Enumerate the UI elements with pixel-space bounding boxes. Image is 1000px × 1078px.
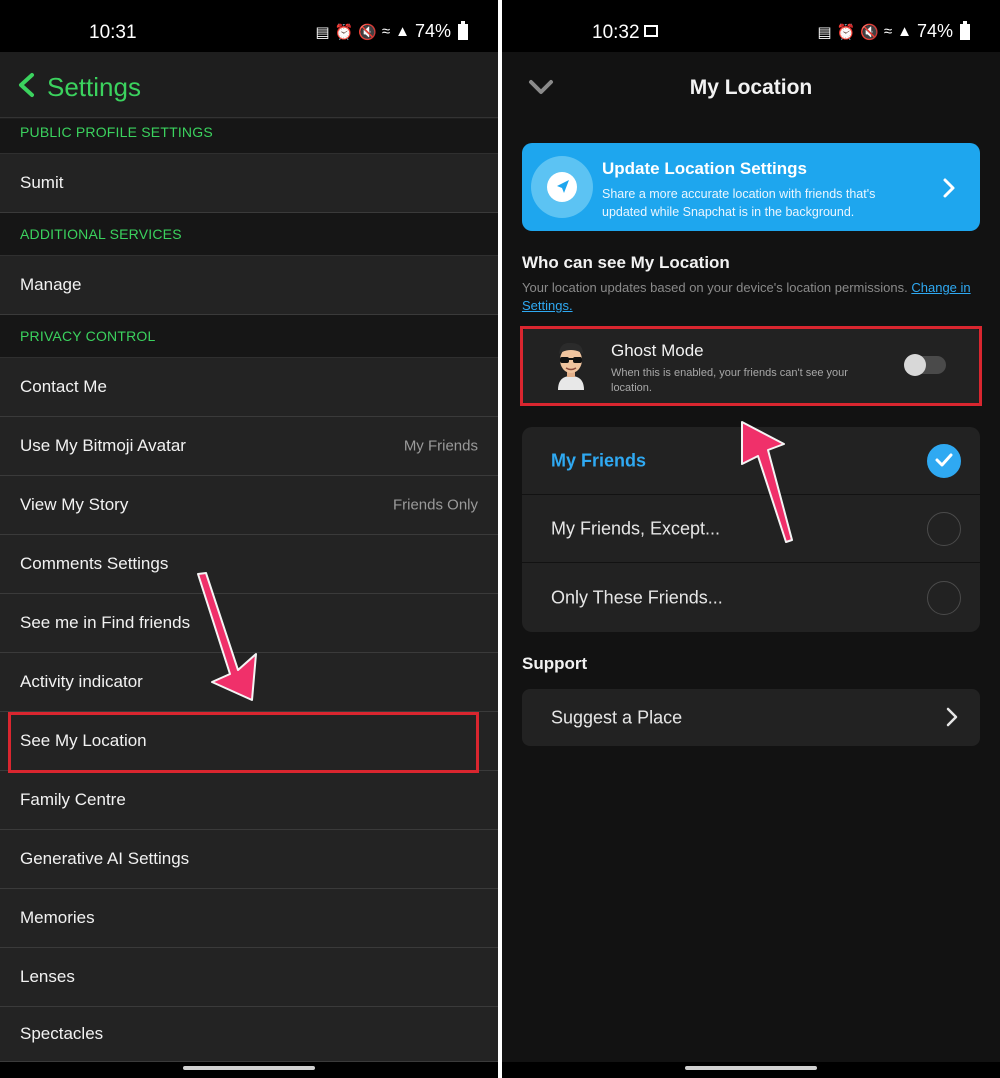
update-location-banner[interactable]: Update Location Settings Share a more ac… <box>522 143 980 231</box>
checkmark-icon[interactable] <box>927 443 961 478</box>
who-can-see-title: Who can see My Location <box>522 253 730 272</box>
settings-row-generative-ai[interactable]: Generative AI Settings <box>0 830 498 889</box>
battery-saver-icon: ▤ <box>817 23 832 41</box>
my-location-header: My Location <box>502 52 1000 126</box>
highlight-box-see-my-location <box>8 712 479 773</box>
option-label: My Friends, Except... <box>551 518 721 538</box>
suggest-a-place-label: Suggest a Place <box>551 707 683 727</box>
status-bar: 10:32 ▤ ⏰ 🔇 ≈ ▲ 74% <box>502 0 1000 52</box>
option-label: Only These Friends... <box>551 587 723 608</box>
row-label: Generative AI Settings <box>20 849 190 868</box>
battery-saver-icon: ▤ <box>315 23 330 41</box>
status-time: 10:32 <box>592 22 640 43</box>
section-header-additional-services: ADDITIONAL SERVICES <box>0 213 498 256</box>
status-time: 10:31 <box>89 22 137 43</box>
settings-row-bitmoji-avatar[interactable]: Use My Bitmoji Avatar My Friends <box>0 417 498 476</box>
row-value: My Friends <box>403 437 478 455</box>
navigation-bar <box>0 1062 498 1078</box>
row-label: Sumit <box>20 173 64 192</box>
mute-icon: 🔇 <box>358 23 377 41</box>
row-value: Friends Only <box>392 496 478 514</box>
row-label: View My Story <box>20 495 129 514</box>
battery-percent: 74% <box>916 21 953 41</box>
section-header-privacy-control: PRIVACY CONTROL <box>0 315 498 358</box>
pointer-arrow-icon <box>197 572 257 701</box>
row-label: Family Centre <box>20 790 126 809</box>
settings-row-view-my-story[interactable]: View My Story Friends Only <box>0 476 498 535</box>
settings-row-contact-me[interactable]: Contact Me <box>0 358 498 417</box>
option-only-these-friends[interactable]: Only These Friends... <box>522 564 980 632</box>
battery-icon <box>458 20 468 40</box>
radio-button[interactable] <box>927 511 961 546</box>
settings-row-manage[interactable]: Manage <box>0 256 498 315</box>
row-label: Spectacles <box>20 1024 104 1043</box>
status-icons: ▤ ⏰ 🔇 ≈ ▲ 74% <box>315 20 468 42</box>
alarm-icon: ⏰ <box>334 23 354 41</box>
radio-button[interactable] <box>927 581 961 615</box>
settings-screen: 10:31 ▤ ⏰ 🔇 ≈ ▲ 74% Settings PUBLIC PROF… <box>0 0 498 1078</box>
support-title: Support <box>522 654 588 673</box>
battery-icon <box>960 20 970 40</box>
signal-icon: ▲ <box>395 23 410 40</box>
wifi-icon: ≈ <box>883 23 893 40</box>
row-label: Use My Bitmoji Avatar <box>20 436 186 455</box>
section-header-public-profile: PUBLIC PROFILE SETTINGS <box>0 119 498 154</box>
chevron-right-icon <box>943 178 955 198</box>
page-title: My Location <box>689 76 813 99</box>
home-indicator[interactable] <box>183 1066 315 1070</box>
status-bar: 10:31 ▤ ⏰ 🔇 ≈ ▲ 74% <box>0 0 498 52</box>
suggest-a-place-row[interactable]: Suggest a Place <box>522 689 980 746</box>
battery-percent: 74% <box>414 21 451 41</box>
gallery-notification-icon <box>644 25 658 37</box>
highlight-box-ghost-mode <box>520 326 982 406</box>
my-location-screen: 10:32 ▤ ⏰ 🔇 ≈ ▲ 74% My Location Update L… <box>502 0 1000 1078</box>
location-arrow-icon <box>547 172 577 202</box>
back-chevron-icon[interactable] <box>16 72 38 98</box>
permissions-text: Your location updates based on your devi… <box>522 280 912 295</box>
banner-title: Update Location Settings <box>602 159 807 178</box>
alarm-icon: ⏰ <box>836 23 856 41</box>
row-label: Contact Me <box>20 377 107 396</box>
row-label: Comments Settings <box>20 554 169 573</box>
settings-row-sumit[interactable]: Sumit <box>0 154 498 213</box>
settings-row-memories[interactable]: Memories <box>0 889 498 948</box>
navigation-bar <box>502 1062 1000 1078</box>
row-label: See me in Find friends <box>20 613 191 632</box>
row-label: Memories <box>20 908 95 927</box>
page-title: Settings <box>47 72 141 102</box>
who-can-see-subtitle: Your location updates based on your devi… <box>522 279 982 315</box>
mute-icon: 🔇 <box>860 23 879 41</box>
location-icon-circle <box>531 156 593 218</box>
row-label: Lenses <box>20 967 75 986</box>
settings-row-family-centre[interactable]: Family Centre <box>0 771 498 830</box>
banner-text: Share a more accurate location with frie… <box>602 187 876 219</box>
chevron-right-icon <box>946 707 958 727</box>
row-label: Manage <box>20 275 82 294</box>
settings-header: Settings <box>0 52 498 118</box>
option-label: My Friends <box>551 450 647 470</box>
status-icons: ▤ ⏰ 🔇 ≈ ▲ 74% <box>817 20 970 42</box>
wifi-icon: ≈ <box>381 23 391 40</box>
pointer-arrow-icon <box>741 421 793 543</box>
row-label: Activity indicator <box>20 672 143 691</box>
signal-icon: ▲ <box>897 23 912 40</box>
settings-row-spectacles[interactable]: Spectacles <box>0 1007 498 1062</box>
settings-row-lenses[interactable]: Lenses <box>0 948 498 1007</box>
home-indicator[interactable] <box>685 1066 817 1070</box>
